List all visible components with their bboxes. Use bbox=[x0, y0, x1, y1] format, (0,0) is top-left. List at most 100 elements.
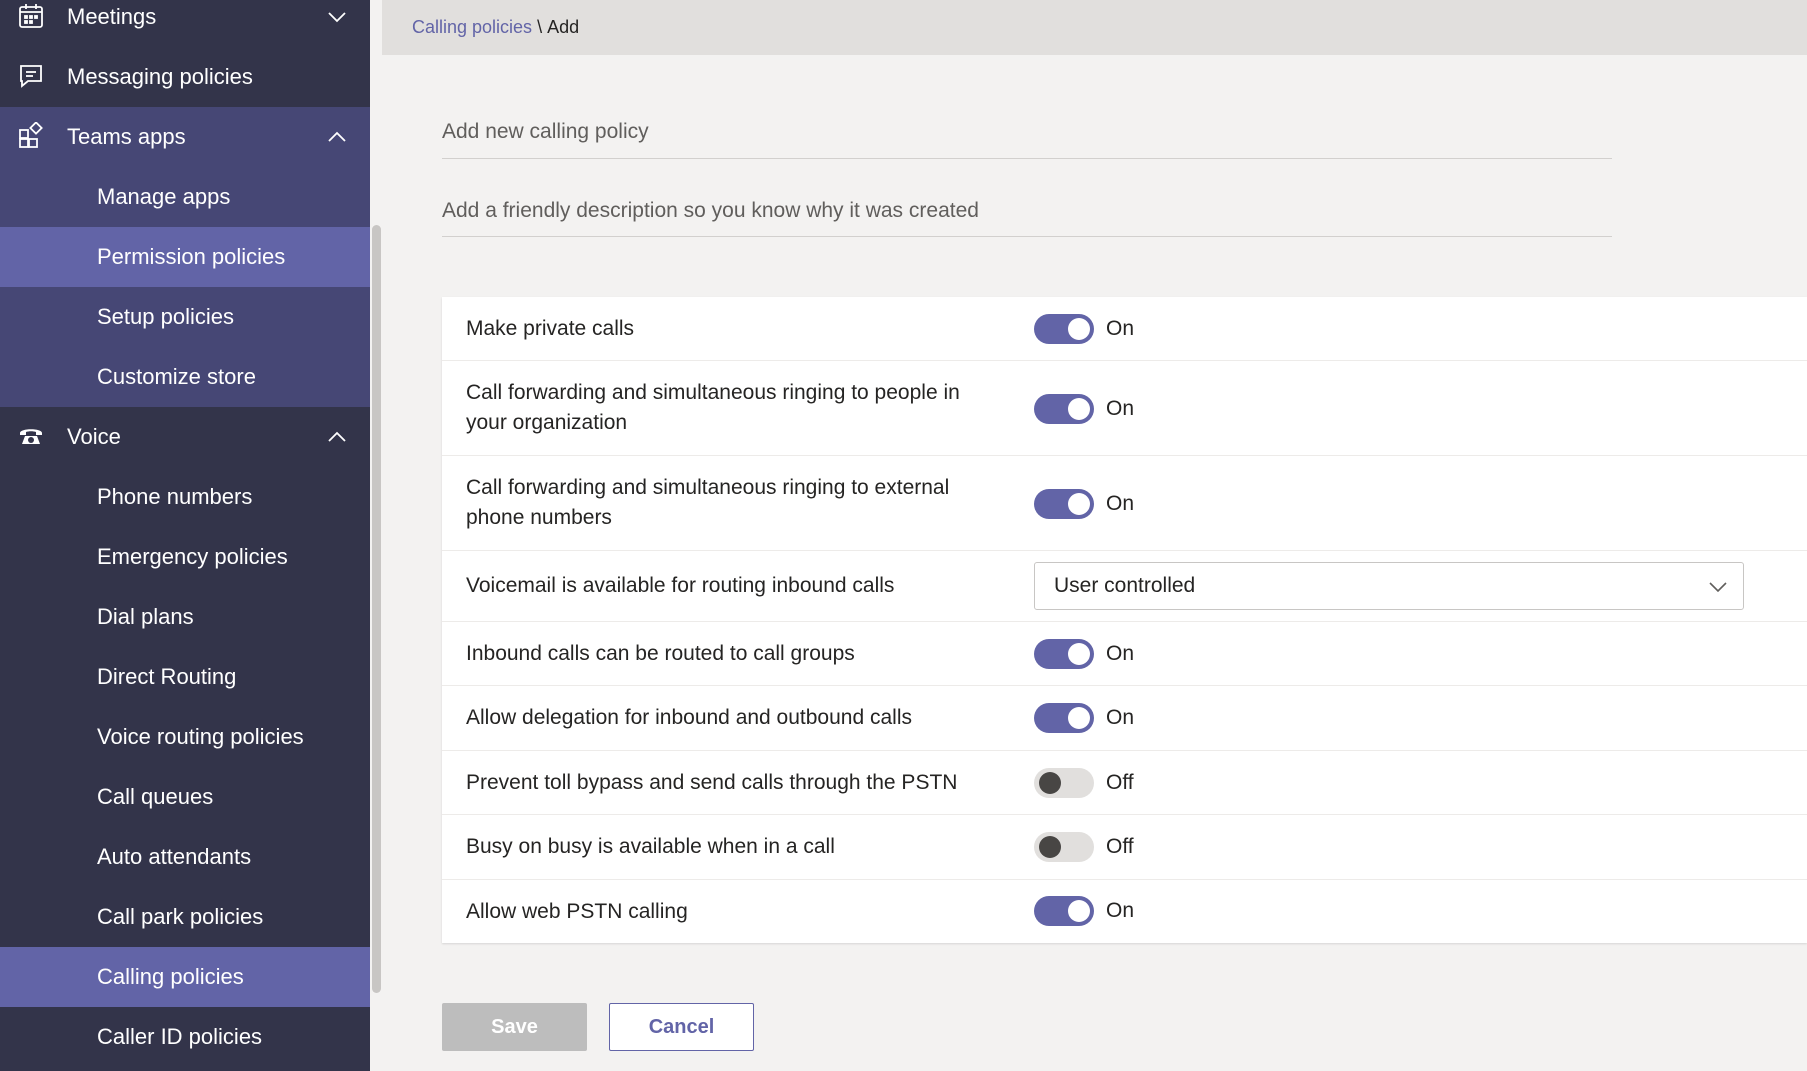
settings-card: Make private calls On Call forwarding an… bbox=[442, 297, 1807, 943]
sidebar-item-label: Voice bbox=[67, 424, 121, 449]
cancel-button[interactable]: Cancel bbox=[609, 1003, 754, 1051]
sidebar-item-emergency-policies[interactable]: Emergency policies bbox=[0, 527, 370, 587]
sidebar-item-label: Meetings bbox=[67, 4, 157, 29]
setting-row-call-groups: Inbound calls can be routed to call grou… bbox=[442, 622, 1807, 686]
message-icon bbox=[16, 61, 46, 91]
breadcrumb-current: Add bbox=[547, 17, 580, 37]
toggle-knob bbox=[1068, 318, 1090, 340]
setting-row-voicemail: Voicemail is available for routing inbou… bbox=[442, 551, 1807, 622]
sidebar-item-permission-policies[interactable]: Permission policies bbox=[0, 227, 370, 287]
setting-row-forwarding-external: Call forwarding and simultaneous ringing… bbox=[442, 456, 1807, 551]
web-pstn-toggle[interactable] bbox=[1034, 896, 1094, 926]
setting-row-busy-on-busy: Busy on busy is available when in a call… bbox=[442, 815, 1807, 880]
sidebar-item-voice[interactable]: Voice bbox=[0, 407, 370, 467]
setting-row-forwarding-internal: Call forwarding and simultaneous ringing… bbox=[442, 361, 1807, 456]
sidebar-item-label: Dial plans bbox=[97, 604, 194, 629]
sidebar-item-label: Direct Routing bbox=[97, 664, 237, 689]
sidebar-item-label: Manage apps bbox=[97, 184, 231, 209]
sidebar-item-voice-routing-policies[interactable]: Voice routing policies bbox=[0, 707, 370, 767]
breadcrumb: Calling policies \ Add bbox=[382, 0, 1807, 55]
sidebar-item-teams-apps[interactable]: Teams apps bbox=[0, 107, 370, 167]
forwarding-internal-toggle[interactable] bbox=[1034, 394, 1094, 424]
sidebar-item-meetings[interactable]: Meetings bbox=[0, 0, 370, 47]
save-button[interactable]: Save bbox=[442, 1003, 587, 1051]
call-groups-toggle[interactable] bbox=[1034, 639, 1094, 669]
sidebar-item-label: Call queues bbox=[97, 784, 214, 809]
sidebar-item-caller-id-policies[interactable]: Caller ID policies bbox=[0, 1007, 370, 1067]
setting-label: Inbound calls can be routed to call grou… bbox=[466, 642, 855, 665]
sidebar-item-manage-apps[interactable]: Manage apps bbox=[0, 167, 370, 227]
sidebar-item-label: Customize store bbox=[97, 364, 256, 389]
sidebar-item-customize-store[interactable]: Customize store bbox=[0, 347, 370, 407]
setting-label: Call forwarding and simultaneous ringing… bbox=[466, 476, 950, 529]
toggle-state-text: Off bbox=[1106, 771, 1134, 794]
setting-row-delegation: Allow delegation for inbound and outboun… bbox=[442, 686, 1807, 751]
setting-label: Busy on busy is available when in a call bbox=[466, 835, 835, 858]
setting-row-toll-bypass: Prevent toll bypass and send calls throu… bbox=[442, 751, 1807, 815]
sidebar-item-label: Calling policies bbox=[97, 964, 244, 989]
breadcrumb-separator: \ bbox=[537, 17, 543, 37]
setting-label: Voicemail is available for routing inbou… bbox=[466, 574, 895, 597]
toggle-knob bbox=[1068, 707, 1090, 729]
sidebar-item-call-park-policies[interactable]: Call park policies bbox=[0, 887, 370, 947]
sidebar-item-dial-plans[interactable]: Dial plans bbox=[0, 587, 370, 647]
policy-description-input[interactable] bbox=[442, 186, 1612, 237]
sidebar-item-label: Call park policies bbox=[97, 904, 264, 929]
chevron-up-icon bbox=[328, 131, 346, 142]
calendar-icon bbox=[16, 1, 46, 31]
setting-label: Allow delegation for inbound and outboun… bbox=[466, 706, 912, 729]
phone-icon bbox=[16, 421, 46, 451]
toggle-state-text: On bbox=[1106, 317, 1135, 340]
toggle-knob bbox=[1068, 398, 1090, 420]
teams-admin-center: Meetings Messaging policies Teams apps M… bbox=[0, 0, 1807, 1071]
forwarding-external-toggle[interactable] bbox=[1034, 489, 1094, 519]
setting-row-make-private-calls: Make private calls On bbox=[442, 297, 1807, 361]
policy-name-input[interactable] bbox=[442, 105, 1612, 159]
chevron-up-icon bbox=[328, 431, 346, 442]
setting-label: Allow web PSTN calling bbox=[466, 900, 688, 923]
breadcrumb-link-calling-policies[interactable]: Calling policies bbox=[412, 17, 532, 38]
sidebar-item-direct-routing[interactable]: Direct Routing bbox=[0, 647, 370, 707]
toggle-knob bbox=[1039, 772, 1061, 794]
delegation-toggle[interactable] bbox=[1034, 703, 1094, 733]
sidebar-scrollbar[interactable] bbox=[372, 225, 381, 993]
main-content: Calling policies \ Add Make private call… bbox=[382, 0, 1807, 1071]
sidebar-item-label: Teams apps bbox=[67, 124, 186, 149]
sidebar-item-phone-numbers[interactable]: Phone numbers bbox=[0, 467, 370, 527]
sidebar-item-label: Caller ID policies bbox=[97, 1024, 263, 1049]
sidebar-item-messaging-policies[interactable]: Messaging policies bbox=[0, 47, 370, 107]
sidebar-item-label: Voice routing policies bbox=[97, 724, 304, 749]
sidebar-item-label: Auto attendants bbox=[97, 844, 252, 869]
sidebar-item-label: Messaging policies bbox=[67, 64, 253, 89]
sidebar: Meetings Messaging policies Teams apps M… bbox=[0, 0, 370, 1071]
sidebar-item-call-queues[interactable]: Call queues bbox=[0, 767, 370, 827]
sidebar-item-auto-attendants[interactable]: Auto attendants bbox=[0, 827, 370, 887]
chevron-down-icon bbox=[1709, 582, 1727, 593]
chevron-down-icon bbox=[328, 12, 346, 23]
setting-label: Prevent toll bypass and send calls throu… bbox=[466, 771, 958, 794]
toggle-state-text: On bbox=[1106, 397, 1135, 420]
sidebar-item-label: Emergency policies bbox=[97, 544, 288, 569]
apps-icon bbox=[16, 121, 46, 151]
toggle-state-text: On bbox=[1106, 492, 1135, 515]
voicemail-dropdown[interactable]: User controlled bbox=[1034, 562, 1744, 610]
toggle-state-text: On bbox=[1106, 642, 1135, 665]
make-private-calls-toggle[interactable] bbox=[1034, 314, 1094, 344]
toggle-knob bbox=[1039, 836, 1061, 858]
setting-label: Make private calls bbox=[466, 317, 635, 340]
toggle-state-text: On bbox=[1106, 899, 1135, 922]
dropdown-selected-value: User controlled bbox=[1054, 574, 1196, 597]
sidebar-item-calling-policies[interactable]: Calling policies bbox=[0, 947, 370, 1007]
sidebar-item-label: Phone numbers bbox=[97, 484, 253, 509]
setting-row-web-pstn: Allow web PSTN calling On bbox=[442, 880, 1807, 943]
toggle-knob bbox=[1068, 643, 1090, 665]
toggle-knob bbox=[1068, 900, 1090, 922]
toggle-knob bbox=[1068, 493, 1090, 515]
setting-label: Call forwarding and simultaneous ringing… bbox=[466, 381, 960, 434]
sidebar-item-setup-policies[interactable]: Setup policies bbox=[0, 287, 370, 347]
toggle-state-text: On bbox=[1106, 706, 1135, 729]
toggle-state-text: Off bbox=[1106, 835, 1134, 858]
sidebar-item-label: Setup policies bbox=[97, 304, 234, 329]
toll-bypass-toggle[interactable] bbox=[1034, 768, 1094, 798]
busy-on-busy-toggle[interactable] bbox=[1034, 832, 1094, 862]
